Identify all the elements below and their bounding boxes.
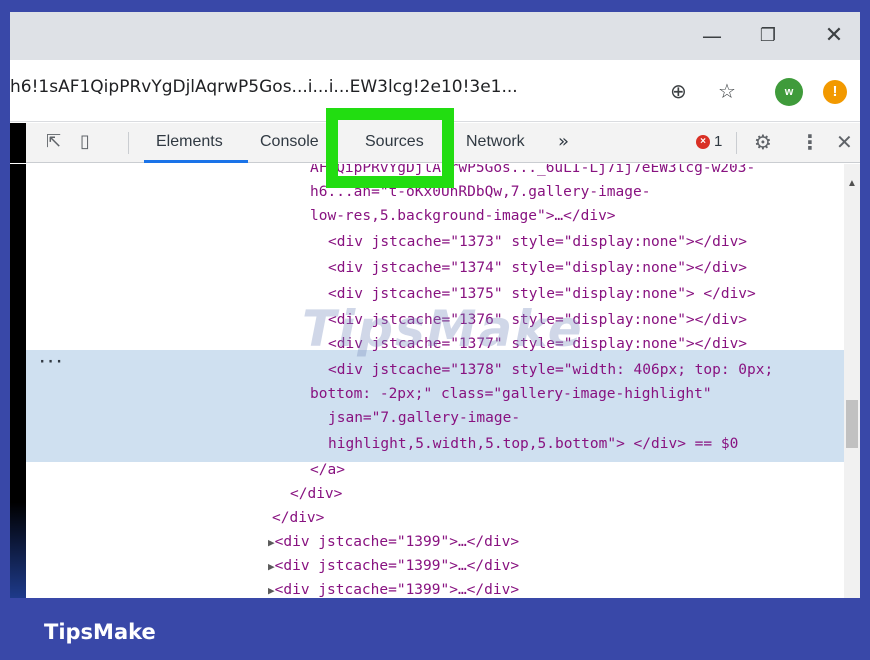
dom-line-selected[interactable]: <div jstcache="1378" style="width: 406px… (328, 358, 773, 382)
profile-alert-icon[interactable]: ! (823, 80, 847, 104)
device-toolbar-icon[interactable]: ▯ (80, 131, 90, 153)
dom-line[interactable]: <div jstcache="1376" style="display:none… (328, 308, 747, 332)
url-text[interactable]: h6!1sAF1QipPRvYgDjlAqrwP5Gos...i...i...E… (10, 77, 650, 97)
dom-line[interactable]: </div> (290, 482, 342, 506)
dom-line[interactable]: <div jstcache="1375" style="display:none… (328, 282, 756, 306)
expand-arrow-icon[interactable]: ▶ (268, 584, 275, 597)
elements-panel: ··· AF1QipPRvYgDjlAqrwP5Gos..._6uLI-Lj7i… (10, 164, 860, 598)
tab-console[interactable]: Console (260, 133, 319, 151)
dom-line[interactable]: </div> (272, 506, 324, 530)
bookmark-star-icon[interactable]: ☆ (718, 80, 736, 102)
toolbar-divider (736, 132, 737, 154)
tab-elements[interactable]: Elements (156, 133, 223, 151)
minimize-icon[interactable]: — (698, 22, 726, 50)
brand-logo: TipsMake (44, 620, 156, 644)
more-tabs-icon[interactable]: » (558, 131, 569, 152)
dom-line[interactable]: <div jstcache="1374" style="display:none… (328, 256, 747, 280)
page-edge (10, 123, 26, 163)
tab-network[interactable]: Network (466, 133, 525, 151)
dom-line[interactable]: </a> (310, 458, 345, 482)
dom-line-selected[interactable]: jsan="7.gallery-image- (328, 406, 520, 430)
active-tab-indicator (144, 160, 248, 163)
inspect-element-icon[interactable]: ⇱ (46, 131, 61, 153)
expand-arrow-icon[interactable]: ▶ (268, 536, 275, 549)
page-edge (10, 164, 26, 598)
title-bar: — ❐ ✕ (10, 12, 860, 60)
more-options-icon[interactable]: ⋮ (800, 131, 820, 153)
dom-line-collapsed[interactable]: ▶<div jstcache="1399">…</div> (268, 530, 519, 555)
dom-line-collapsed[interactable]: ▶<div jstcache="1399">…</div> (268, 554, 519, 579)
restore-icon[interactable]: ❐ (754, 22, 782, 50)
dom-line-selected[interactable]: highlight,5.width,5.top,5.bottom"> </div… (328, 432, 738, 456)
dom-line[interactable]: low-res,5.background-image">…</div> (310, 204, 616, 228)
browser-screenshot: — ❐ ✕ h6!1sAF1QipPRvYgDjlAqrwP5Gos...i..… (10, 12, 860, 598)
close-window-icon[interactable]: ✕ (820, 22, 848, 50)
dom-line-collapsed[interactable]: ▶<div jstcache="1399">…</div> (268, 578, 519, 598)
dom-line[interactable]: <div jstcache="1373" style="display:none… (328, 230, 747, 254)
scroll-up-icon[interactable]: ▲ (847, 178, 857, 189)
dom-line[interactable]: <div jstcache="1377" style="display:none… (328, 332, 747, 356)
close-devtools-icon[interactable]: ✕ (836, 131, 853, 153)
scrollbar[interactable] (844, 164, 860, 598)
settings-gear-icon[interactable]: ⚙ (754, 131, 772, 153)
node-actions-icon[interactable]: ··· (38, 354, 63, 370)
error-icon[interactable]: × (696, 135, 710, 149)
expand-arrow-icon[interactable]: ▶ (268, 560, 275, 573)
scrollbar-thumb[interactable] (846, 400, 858, 448)
dom-line-selected[interactable]: bottom: -2px;" class="gallery-image-high… (310, 382, 712, 406)
extension-w-icon[interactable]: w (775, 78, 803, 106)
error-count[interactable]: 1 (714, 133, 722, 150)
zoom-icon[interactable]: ⊕ (670, 80, 687, 102)
toolbar-divider (128, 132, 129, 154)
sources-tab-highlight-box (326, 108, 454, 188)
